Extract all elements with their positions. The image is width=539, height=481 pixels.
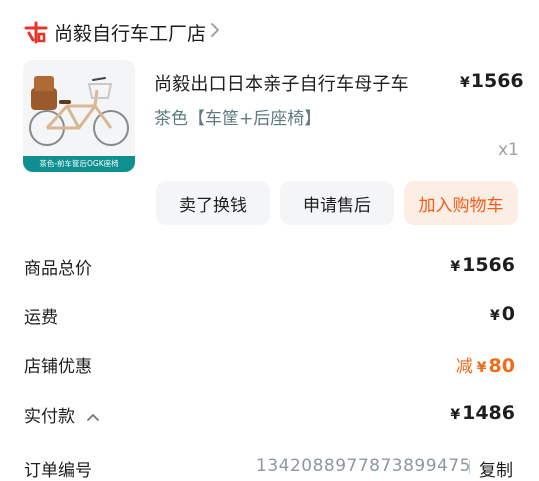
add-to-cart-button[interactable]: 加入购物车 xyxy=(404,181,518,225)
tmall-store-icon xyxy=(24,20,48,44)
product-title[interactable]: 尚毅出口日本亲子自行车母子车 xyxy=(154,70,409,96)
store-discount-label: 店铺优惠 xyxy=(24,357,92,377)
product-price-value: 1566 xyxy=(470,70,524,92)
store-discount-value: 减 ¥80 xyxy=(456,352,515,377)
chevron-right-icon[interactable] xyxy=(210,22,220,43)
discount-prefix: 减 xyxy=(455,357,473,377)
order-number: 1342088977873899475 xyxy=(256,456,472,476)
paid-amount-row[interactable]: 实付款 xyxy=(24,402,100,427)
shipping-value: ¥0 xyxy=(490,303,515,325)
currency-symbol: ¥ xyxy=(450,407,461,423)
sell-for-cash-button[interactable]: 卖了换钱 xyxy=(156,181,270,225)
discount-amount: 80 xyxy=(488,355,515,377)
copy-order-number-button[interactable]: 复制 xyxy=(479,456,513,481)
chevron-up-icon[interactable] xyxy=(86,407,100,427)
product-image-banner: 茶色-前车筐后OGK座椅 xyxy=(23,156,135,172)
shipping-label: 运费 xyxy=(24,308,58,328)
paid-amount-value: ¥1486 xyxy=(450,402,515,424)
divider xyxy=(469,460,470,474)
shipping-amount: 0 xyxy=(501,303,515,325)
total-price-amount: 1566 xyxy=(462,254,515,276)
store-name[interactable]: 尚毅自行车工厂店 xyxy=(54,19,206,46)
total-price-value: ¥1566 xyxy=(450,254,515,276)
paid-amount-label: 实付款 xyxy=(24,407,75,427)
currency-symbol: ¥ xyxy=(450,259,461,275)
store-header[interactable]: 尚毅自行车工厂店 xyxy=(24,16,220,48)
currency-symbol: ¥ xyxy=(476,360,487,376)
product-price: ¥1566 xyxy=(460,70,524,92)
currency-symbol: ¥ xyxy=(490,308,500,324)
product-image[interactable]: 茶色-前车筐后OGK座椅 xyxy=(23,60,135,172)
total-price-label: 商品总价 xyxy=(24,259,92,279)
currency-symbol: ¥ xyxy=(460,75,470,91)
paid-amount: 1486 xyxy=(462,402,515,424)
order-number-label: 订单编号 xyxy=(24,461,92,481)
product-quantity: x1 xyxy=(498,140,519,160)
product-variant: 茶色【车筐+后座椅】 xyxy=(154,109,322,129)
bicycle-product-image xyxy=(23,60,135,156)
after-sale-button[interactable]: 申请售后 xyxy=(280,181,394,225)
